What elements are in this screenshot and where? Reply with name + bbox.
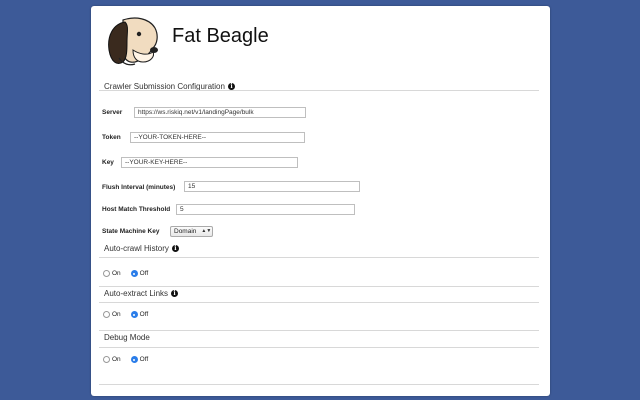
auto-crawl-title: Auto-crawl History <box>104 244 169 253</box>
auto-extract-on-label[interactable]: On <box>112 311 121 318</box>
auto-crawl-off-radio[interactable] <box>130 270 138 277</box>
debug-off-label[interactable]: Off <box>140 356 149 363</box>
key-label: Key <box>102 159 114 166</box>
auto-extract-radio-group: On Off <box>103 311 158 318</box>
beagle-logo <box>108 17 158 66</box>
auto-crawl-off-label[interactable]: Off <box>140 270 149 277</box>
divider <box>99 90 539 91</box>
debug-title: Debug Mode <box>104 333 150 342</box>
token-label: Token <box>102 134 121 141</box>
debug-off-radio[interactable] <box>130 356 138 363</box>
flush-interval-label: Flush Interval (minutes) <box>102 184 176 191</box>
state-machine-key-label: State Machine Key <box>102 228 160 235</box>
debug-radio-group: On Off <box>103 356 158 363</box>
debug-on-label[interactable]: On <box>112 356 121 363</box>
host-match-input[interactable]: 5 <box>176 204 355 215</box>
auto-crawl-on-radio[interactable] <box>103 270 110 277</box>
token-input[interactable]: --YOUR-TOKEN-HERE-- <box>130 132 305 143</box>
info-icon[interactable]: i <box>171 245 179 252</box>
divider <box>99 330 539 331</box>
info-icon[interactable]: i <box>171 290 179 297</box>
server-input[interactable]: https://ws.riskiq.net/v1/landingPage/bul… <box>134 107 306 118</box>
debug-on-radio[interactable] <box>103 356 110 363</box>
divider <box>99 384 539 385</box>
host-match-label: Host Match Threshold <box>102 206 171 213</box>
info-icon[interactable]: i <box>227 83 235 90</box>
updown-arrow-icon: ▲▼ <box>201 228 212 234</box>
auto-extract-on-radio[interactable] <box>103 311 110 318</box>
divider <box>99 257 539 258</box>
flush-interval-input[interactable]: 15 <box>184 181 360 192</box>
key-input[interactable]: --YOUR-KEY-HERE-- <box>121 157 298 168</box>
auto-crawl-on-label[interactable]: On <box>112 270 121 277</box>
auto-crawl-radio-group: On Off <box>103 270 158 277</box>
state-machine-key-value: Domain <box>174 228 197 235</box>
auto-extract-off-radio[interactable] <box>130 311 138 318</box>
auto-extract-legend: Auto-extract Links i <box>104 289 179 298</box>
settings-card: Fat Beagle Crawler Submission Configurat… <box>91 6 550 396</box>
auto-extract-off-label[interactable]: Off <box>140 311 149 318</box>
divider <box>99 347 539 348</box>
divider <box>99 286 539 287</box>
state-machine-key-select[interactable]: Domain ▲▼ <box>170 226 213 237</box>
divider <box>99 302 539 303</box>
auto-crawl-legend: Auto-crawl History i <box>104 244 179 253</box>
auto-extract-title: Auto-extract Links <box>104 289 169 298</box>
debug-legend: Debug Mode <box>104 333 150 342</box>
app-title: Fat Beagle <box>172 25 269 47</box>
server-label: Server <box>102 109 123 116</box>
